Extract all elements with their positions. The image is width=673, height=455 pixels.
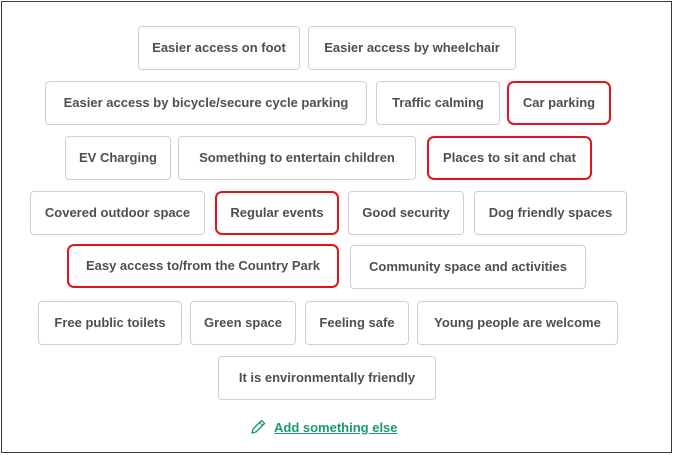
- add-something-else-link[interactable]: Add something else: [248, 416, 398, 438]
- option-chip-places-to-sit-and-chat[interactable]: Places to sit and chat: [427, 136, 592, 180]
- option-chip-green-space[interactable]: Green space: [190, 301, 296, 345]
- option-chip-easier-access-by-wheelchair[interactable]: Easier access by wheelchair: [308, 26, 516, 70]
- pencil-icon: [251, 419, 266, 434]
- option-chip-traffic-calming[interactable]: Traffic calming: [376, 81, 500, 125]
- options-panel: Easier access on foot Easier access by w…: [1, 1, 672, 453]
- option-chip-feeling-safe[interactable]: Feeling safe: [305, 301, 409, 345]
- option-chip-dog-friendly-spaces[interactable]: Dog friendly spaces: [474, 191, 627, 235]
- option-chip-free-public-toilets[interactable]: Free public toilets: [38, 301, 182, 345]
- option-chip-easier-access-on-foot[interactable]: Easier access on foot: [138, 26, 300, 70]
- option-chip-environmentally-friendly[interactable]: It is environmentally friendly: [218, 356, 436, 400]
- option-chip-young-people-are-welcome[interactable]: Young people are welcome: [417, 301, 618, 345]
- option-chip-car-parking[interactable]: Car parking: [507, 81, 611, 125]
- option-chip-something-to-entertain-children[interactable]: Something to entertain children: [178, 136, 416, 180]
- option-chip-easier-access-by-bicycle[interactable]: Easier access by bicycle/secure cycle pa…: [45, 81, 367, 125]
- option-chip-ev-charging[interactable]: EV Charging: [65, 136, 171, 180]
- option-chip-community-space-and-activities[interactable]: Community space and activities: [350, 245, 586, 289]
- add-something-else-label[interactable]: Add something else: [274, 420, 398, 435]
- option-chip-easy-access-country-park[interactable]: Easy access to/from the Country Park: [67, 244, 339, 288]
- option-chip-good-security[interactable]: Good security: [348, 191, 464, 235]
- option-chip-covered-outdoor-space[interactable]: Covered outdoor space: [30, 191, 205, 235]
- option-chip-regular-events[interactable]: Regular events: [215, 191, 339, 235]
